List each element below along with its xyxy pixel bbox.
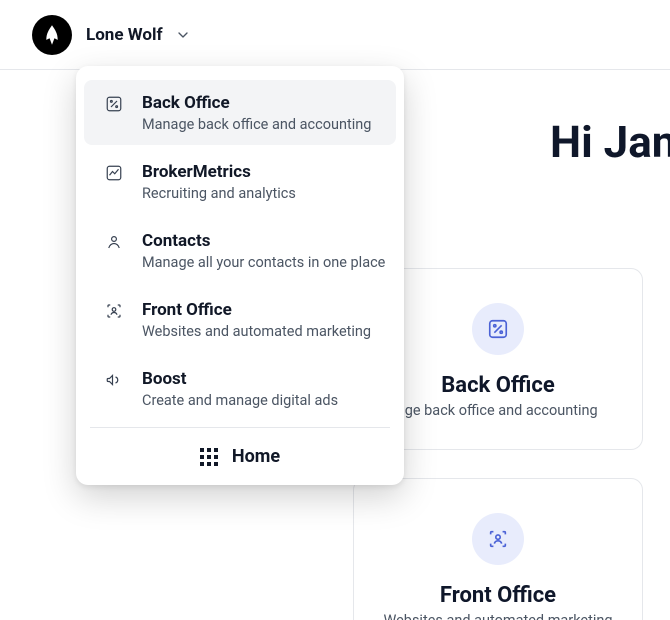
dropdown-item-back-office[interactable]: Back Office Manage back office and accou… xyxy=(84,80,396,145)
megaphone-icon xyxy=(104,370,124,390)
dropdown-item-sub: Create and manage digital ads xyxy=(142,392,376,409)
percent-badge-icon xyxy=(472,303,524,355)
card-title: Back Office xyxy=(374,373,622,398)
app-switcher-dropdown: Back Office Manage back office and accou… xyxy=(76,66,404,485)
dropdown-item-brokermetrics[interactable]: BrokerMetrics Recruiting and analytics xyxy=(84,149,396,214)
card-front-office[interactable]: Front Office Websites and automated mark… xyxy=(353,478,643,620)
person-icon xyxy=(104,232,124,252)
person-scan-icon xyxy=(472,513,524,565)
card-title: Front Office xyxy=(374,583,622,608)
topbar: Lone Wolf xyxy=(0,0,670,70)
brand-menu-toggle[interactable] xyxy=(175,27,191,43)
dropdown-item-contacts[interactable]: Contacts Manage all your contacts in one… xyxy=(84,218,396,283)
apps-grid-icon xyxy=(200,448,218,466)
dropdown-item-sub: Manage back office and accounting xyxy=(142,116,376,133)
chevron-down-icon xyxy=(175,27,191,43)
dropdown-home-label: Home xyxy=(232,446,280,467)
chart-line-icon xyxy=(104,163,124,183)
card-subtitle: Websites and automated marketing xyxy=(374,612,622,620)
dropdown-item-sub: Websites and automated marketing xyxy=(142,323,376,340)
dropdown-item-sub: Recruiting and analytics xyxy=(142,185,376,202)
dropdown-item-front-office[interactable]: Front Office Websites and automated mark… xyxy=(84,287,396,352)
greeting-heading: Hi Jan xyxy=(550,116,670,168)
dropdown-item-boost[interactable]: Boost Create and manage digital ads xyxy=(84,356,396,421)
dropdown-item-sub: Manage all your contacts in one place xyxy=(142,254,385,271)
dropdown-item-title: Back Office xyxy=(142,92,376,114)
brand-logo xyxy=(32,15,72,55)
dropdown-home[interactable]: Home xyxy=(76,428,404,485)
brand-name[interactable]: Lone Wolf xyxy=(86,25,163,45)
person-scan-icon xyxy=(104,301,124,321)
percent-badge-icon xyxy=(104,94,124,114)
dropdown-item-title: Contacts xyxy=(142,230,385,252)
dropdown-item-title: Boost xyxy=(142,368,376,390)
dropdown-item-title: BrokerMetrics xyxy=(142,161,376,183)
dropdown-item-title: Front Office xyxy=(142,299,376,321)
